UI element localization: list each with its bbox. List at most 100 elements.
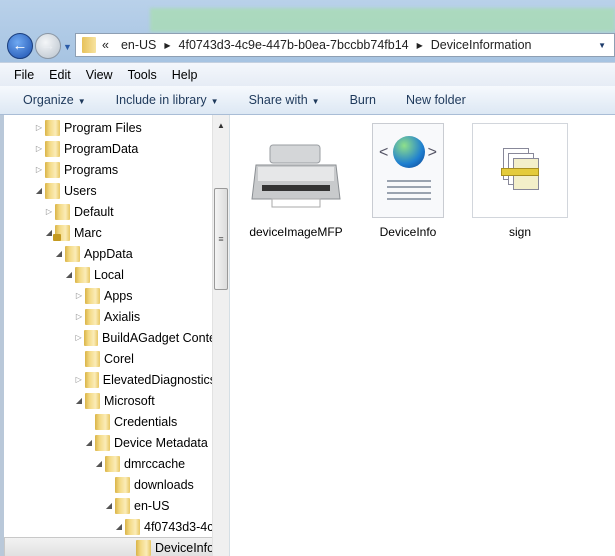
collapsed-arrow-icon[interactable]: ▷ bbox=[34, 123, 44, 132]
tree-item[interactable]: ▷ ElevatedDiagnostics bbox=[4, 369, 212, 390]
tree-item-label: Default bbox=[74, 204, 114, 219]
address-segment[interactable]: 4f0743d3-4c9e-447b-b0ea-7bccbb74fb14 bbox=[179, 38, 409, 52]
expanded-arrow-icon[interactable]: ◢ bbox=[94, 459, 104, 468]
tree-item[interactable]: DeviceInfo bbox=[4, 537, 212, 556]
tree-item[interactable]: Credentials bbox=[4, 411, 212, 432]
menu-help[interactable]: Help bbox=[172, 68, 198, 82]
include-in-library-button[interactable]: Include in library ▼ bbox=[116, 93, 219, 107]
navigation-tree[interactable]: ▷ Program Files ▷ ProgramData ▷ Programs ◢ User… bbox=[0, 115, 212, 556]
address-segment[interactable]: DeviceInformation bbox=[431, 38, 532, 52]
collapsed-arrow-icon[interactable]: ▷ bbox=[34, 165, 44, 174]
tree-item[interactable]: ▷ Axialis bbox=[4, 306, 212, 327]
collapsed-arrow-icon[interactable]: ▷ bbox=[74, 312, 84, 321]
menu-edit[interactable]: Edit bbox=[49, 68, 71, 82]
tree-item-label: 4f0743d3-4c bbox=[144, 519, 212, 534]
tree-item-label: BuildAGadget Conte bbox=[102, 330, 212, 345]
expanded-arrow-icon[interactable]: ◢ bbox=[114, 522, 124, 531]
tree-item-label: Local bbox=[94, 267, 124, 282]
tree-item-label: en-US bbox=[134, 498, 170, 513]
expanded-arrow-icon[interactable]: ◢ bbox=[74, 396, 84, 405]
file-item[interactable]: deviceImageMFP bbox=[248, 123, 344, 239]
folder-icon bbox=[45, 182, 60, 199]
tree-item-label: ElevatedDiagnostics bbox=[102, 372, 212, 387]
back-button[interactable]: ← bbox=[7, 33, 33, 59]
expanded-arrow-icon[interactable]: ◢ bbox=[84, 438, 94, 447]
tree-item-label: Program Files bbox=[64, 120, 142, 135]
folder-icon bbox=[84, 329, 99, 346]
folder-icon bbox=[85, 308, 100, 325]
folder-icon bbox=[45, 140, 60, 157]
address-dropdown-icon[interactable]: ▼ bbox=[598, 41, 606, 50]
recent-pages-dropdown[interactable]: ▼ bbox=[63, 42, 72, 52]
folder-icon bbox=[115, 476, 130, 493]
collapsed-arrow-icon[interactable]: ▷ bbox=[74, 375, 84, 384]
tree-item-label: Users bbox=[64, 183, 97, 198]
scroll-up-icon[interactable]: ▲ bbox=[213, 121, 229, 130]
tree-item[interactable]: ▷ Default bbox=[4, 201, 212, 222]
tree-item[interactable]: downloads bbox=[4, 474, 212, 495]
menu-tools[interactable]: Tools bbox=[128, 68, 157, 82]
tree-item[interactable]: ▷ Programs bbox=[4, 159, 212, 180]
tree-item-label: Device Metadata bbox=[114, 435, 208, 450]
tree-item[interactable]: ▷ ProgramData bbox=[4, 138, 212, 159]
tree-item[interactable]: ◢ dmrccache bbox=[4, 453, 212, 474]
collapsed-arrow-icon[interactable]: ▷ bbox=[74, 291, 84, 300]
breadcrumb-chevron-icon[interactable]: ▶ bbox=[417, 41, 423, 50]
folder-icon bbox=[85, 287, 100, 304]
tree-item[interactable]: ◢ Microsoft bbox=[4, 390, 212, 411]
organize-button[interactable]: Organize ▼ bbox=[23, 93, 86, 107]
file-item[interactable]: sign bbox=[472, 123, 568, 239]
tree-item[interactable]: ◢ Device Metadata bbox=[4, 432, 212, 453]
folder-icon bbox=[125, 518, 140, 535]
tree-item-label: ProgramData bbox=[64, 141, 139, 156]
scrollbar-thumb[interactable]: ≡ bbox=[214, 188, 228, 290]
tree-item[interactable]: ▷ BuildAGadget Conte bbox=[4, 327, 212, 348]
forward-arrow-icon: → bbox=[40, 37, 56, 54]
folder-icon bbox=[65, 245, 80, 262]
tree-item-label: downloads bbox=[134, 477, 194, 492]
expanded-arrow-icon[interactable]: ◢ bbox=[34, 186, 44, 195]
chevron-down-icon: ▼ bbox=[77, 97, 86, 106]
forward-button[interactable]: → bbox=[35, 33, 61, 59]
xml-document-icon: < > bbox=[372, 123, 444, 218]
tree-item[interactable]: ◢ 4f0743d3-4c bbox=[4, 516, 212, 537]
collapsed-arrow-icon[interactable]: ▷ bbox=[44, 207, 54, 216]
burn-button[interactable]: Burn bbox=[350, 93, 376, 107]
new-folder-button[interactable]: New folder bbox=[406, 93, 466, 107]
tree-item[interactable]: ◢ Local bbox=[4, 264, 212, 285]
address-segment[interactable]: en-US bbox=[121, 38, 156, 52]
tree-item[interactable]: ◢ AppData bbox=[4, 243, 212, 264]
address-overflow[interactable]: « bbox=[102, 38, 109, 52]
folder-icon bbox=[55, 203, 70, 220]
folder-icon bbox=[75, 266, 90, 283]
address-bar[interactable]: « en-US ▶ 4f0743d3-4c9e-447b-b0ea-7bccbb… bbox=[75, 33, 615, 57]
tree-item[interactable]: ▷ Apps bbox=[4, 285, 212, 306]
menu-bar: File Edit View Tools Help bbox=[0, 62, 615, 86]
folder-icon bbox=[85, 350, 100, 367]
folder-icon bbox=[95, 413, 110, 430]
collapsed-arrow-icon[interactable]: ▷ bbox=[74, 333, 83, 342]
tree-item-label: Apps bbox=[104, 288, 133, 303]
tree-item[interactable]: ▷ Program Files bbox=[4, 117, 212, 138]
tree-item[interactable]: ◢ en-US bbox=[4, 495, 212, 516]
folder-icon bbox=[105, 455, 120, 472]
back-arrow-icon: ← bbox=[12, 37, 28, 54]
expanded-arrow-icon[interactable]: ◢ bbox=[64, 270, 74, 279]
collapsed-arrow-icon[interactable]: ▷ bbox=[34, 144, 44, 153]
tree-item-label: Corel bbox=[104, 351, 134, 366]
tree-item[interactable]: ◢ Users bbox=[4, 180, 212, 201]
tree-item[interactable]: ◢ Marc bbox=[4, 222, 212, 243]
breadcrumb-chevron-icon[interactable]: ▶ bbox=[164, 41, 170, 50]
file-name: sign bbox=[508, 225, 531, 239]
menu-view[interactable]: View bbox=[86, 68, 113, 82]
printer-icon bbox=[248, 123, 344, 218]
menu-file[interactable]: File bbox=[14, 68, 34, 82]
file-item[interactable]: < > DeviceInfo bbox=[360, 123, 456, 239]
expanded-arrow-icon[interactable]: ◢ bbox=[54, 249, 64, 258]
tree-item-label: Credentials bbox=[114, 414, 178, 429]
file-name: deviceImageMFP bbox=[249, 225, 343, 239]
tree-item[interactable]: Corel bbox=[4, 348, 212, 369]
tree-scrollbar[interactable]: ▲ ≡ bbox=[212, 115, 229, 556]
share-with-button[interactable]: Share with ▼ bbox=[249, 93, 320, 107]
expanded-arrow-icon[interactable]: ◢ bbox=[104, 501, 114, 510]
